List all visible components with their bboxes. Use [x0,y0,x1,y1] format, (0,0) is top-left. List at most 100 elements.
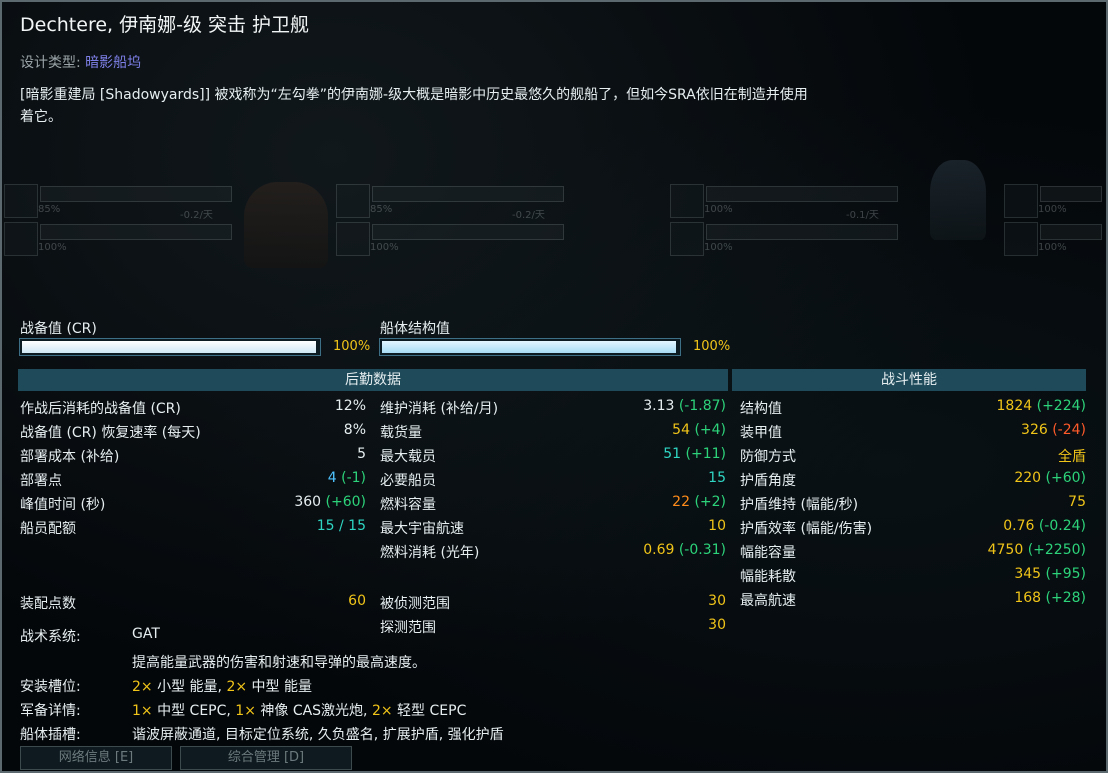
stat-value: 全盾 [1058,449,1086,465]
stat-label: 峰值时间 (秒) [20,497,106,513]
stat-label: 载货量 [380,425,422,441]
stat-row: 部署点 4 (-1) [20,470,366,494]
hull-label: 船体结构值 [380,321,450,337]
stat-value: 0.69 (-0.31) [643,542,726,558]
stat-row: 作战后消耗的战备值 (CR) 12% [20,398,366,422]
system-value: GAT [132,626,160,642]
op-row: 装配点数 60 [20,593,366,617]
hullmods-label: 船体插槽: [20,727,81,743]
system-label: 战术系统: [20,629,81,645]
stat-label: 战备值 (CR) 恢复速率 (每天) [20,425,201,441]
stat-value: 168 (+28) [1014,590,1086,606]
stat-value: 1824 (+224) [996,398,1086,414]
stat-value: 3.13 (-1.87) [643,398,726,414]
stat-value: 22 (+2) [672,494,726,510]
stat-value: 10 [708,518,726,534]
stat-row: 护盾维持 (幅能/秒) 75 [740,494,1086,518]
stat-row: 部署成本 (补给) 5 [20,446,366,470]
stat-value: 75 [1068,494,1086,510]
stat-row: 结构值 1824 (+224) [740,398,1086,422]
design-type-value: 暗影船坞 [85,55,142,71]
stat-row: 护盾角度 220 (+60) [740,470,1086,494]
cr-value: 100% [333,339,371,354]
sensor-row: 探测范围 30 [380,617,726,641]
stat-row: 燃料消耗 (光年) 0.69 (-0.31) [380,542,726,566]
sensor-value: 30 [708,617,726,633]
stat-row: 燃料容量 22 (+2) [380,494,726,518]
mounts-value: 2× 小型 能量, 2× 中型 能量 [132,679,312,695]
cr-bar-fill [22,341,316,353]
stat-row: 最高航速 168 (+28) [740,590,1086,614]
stat-value: 345 (+95) [1014,566,1086,582]
stat-row: 装甲值 326 (-24) [740,422,1086,446]
stat-label: 最大载员 [380,449,436,465]
stat-row: 最大宇宙航速 10 [380,518,726,542]
stat-row: 维护消耗 (补给/月) 3.13 (-1.87) [380,398,726,422]
stat-value: 220 (+60) [1014,470,1086,486]
op-label: 装配点数 [20,596,76,612]
stat-label: 维护消耗 (补给/月) [380,401,499,417]
detect-value: 30 [708,593,726,609]
hull-bar [379,338,681,356]
armament-label: 军备详情: [20,703,81,719]
stat-row: 载货量 54 (+4) [380,422,726,446]
stat-label: 部署点 [20,473,62,489]
armament-value: 1× 中型 CEPC, 1× 神像 CAS激光炮, 2× 轻型 CEPC [132,703,467,719]
design-type: 设计类型: 暗影船坞 [20,52,141,72]
stat-value: 12% [334,398,366,414]
stat-row: 护盾效率 (幅能/伤害) 0.76 (-0.24) [740,518,1086,542]
stat-label: 护盾维持 (幅能/秒) [740,497,859,513]
cr-bar [19,338,321,356]
sensor-label: 探测范围 [380,620,436,636]
stat-value: 54 (+4) [672,422,726,438]
combat-header: 战斗性能 [732,369,1086,391]
stat-value: 15 [708,470,726,486]
tab-general-management[interactable]: 综合管理 [D] [180,746,352,770]
stat-label: 必要船员 [380,473,436,489]
logistics-header: 后勤数据 [18,369,728,391]
op-value: 60 [348,593,366,609]
stat-label: 防御方式 [740,449,796,465]
stat-label: 护盾效率 (幅能/伤害) [740,521,873,537]
stat-value: 15 / 15 [316,518,366,534]
stat-label: 最高航速 [740,593,796,609]
stat-value: 0.76 (-0.24) [1003,518,1086,534]
detect-label: 被侦测范围 [380,596,450,612]
stat-row: 防御方式 全盾 [740,446,1086,470]
stat-value: 4750 (+2250) [987,542,1086,558]
stat-label: 装甲值 [740,425,782,441]
stat-row: 峰值时间 (秒) 360 (+60) [20,494,366,518]
stat-label: 燃料容量 [380,497,436,513]
stat-label: 幅能耗散 [740,569,796,585]
hull-bar-fill [382,341,676,353]
stat-row: 最大载员 51 (+11) [380,446,726,470]
stat-label: 作战后消耗的战备值 (CR) [20,401,181,417]
stat-row: 幅能耗散 345 (+95) [740,566,1086,590]
stat-label: 最大宇宙航速 [380,521,464,537]
hullmods-value: 谐波屏蔽通道, 目标定位系统, 久负盛名, 扩展护盾, 强化护盾 [132,727,504,743]
stat-label: 护盾角度 [740,473,796,489]
stat-value: 326 (-24) [1021,422,1086,438]
design-type-label: 设计类型: [20,55,81,71]
tab-network-info[interactable]: 网络信息 [E] [20,746,172,770]
detect-row: 被侦测范围 30 [380,593,726,617]
stat-label: 结构值 [740,401,782,417]
system-description: 提高能量武器的伤害和射速和导弹的最高速度。 [132,655,426,671]
stat-value: 360 (+60) [294,494,366,510]
stat-row: 战备值 (CR) 恢复速率 (每天) 8% [20,422,366,446]
stat-label: 幅能容量 [740,545,796,561]
stat-row: 必要船员 15 [380,470,726,494]
stat-value: 51 (+11) [663,446,726,462]
mounts-label: 安装槽位: [20,679,81,695]
hull-value: 100% [693,339,731,354]
stat-label: 燃料消耗 (光年) [380,545,480,561]
stat-row: 幅能容量 4750 (+2250) [740,542,1086,566]
stat-value: 4 (-1) [327,470,366,486]
ship-title: Dechtere, 伊南娜-级 突击 护卫舰 [20,14,310,36]
stat-row: 船员配额 15 / 15 [20,518,366,542]
stat-label: 船员配额 [20,521,76,537]
cr-label: 战备值 (CR) [20,321,97,337]
stat-value: 5 [357,446,366,462]
stat-label: 部署成本 (补给) [20,449,120,465]
stat-value: 8% [343,422,366,438]
